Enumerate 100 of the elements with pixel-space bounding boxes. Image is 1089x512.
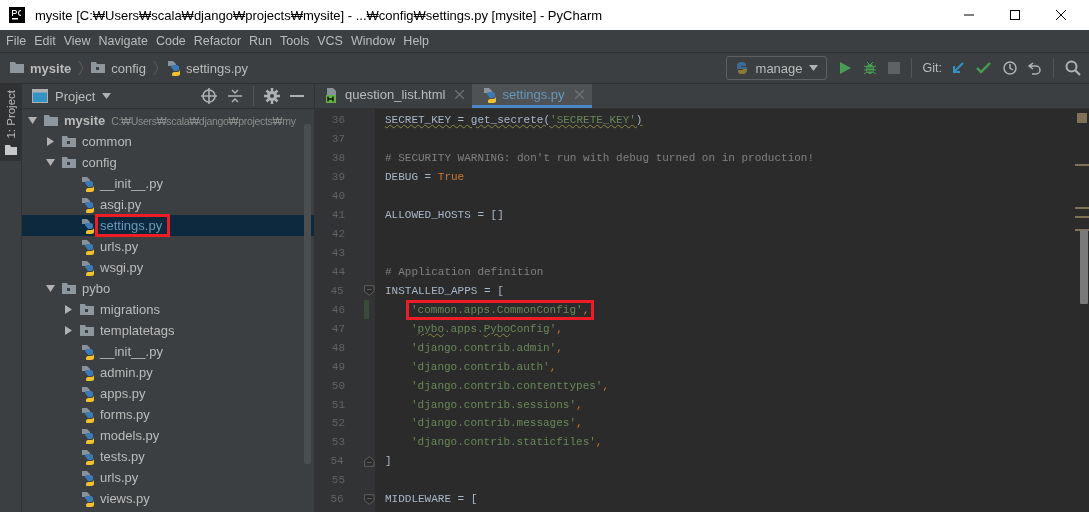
python-file-icon [80, 385, 96, 402]
tree-item[interactable]: urls.py [22, 467, 314, 488]
scrollbar-thumb[interactable] [304, 124, 311, 464]
app-logo-icon [9, 7, 25, 23]
folder-icon [44, 112, 60, 129]
python-file-icon [80, 217, 96, 234]
tree-item[interactable]: models.py [22, 425, 314, 446]
tree-item[interactable]: forms.py [22, 404, 314, 425]
code-line: 'django.contrib.auth', [411, 360, 557, 373]
tree-item[interactable]: templatetags [22, 320, 314, 341]
path-text: C:₩Users₩scala₩django₩projects₩my [111, 114, 296, 127]
collapsed-arrow-icon[interactable] [46, 137, 55, 146]
close-icon[interactable] [1055, 9, 1067, 21]
checkmark-icon[interactable] [976, 61, 992, 75]
project-view-dropdown[interactable]: Project [32, 88, 112, 104]
tree-item[interactable]: __init__.py [22, 341, 314, 362]
python-file-icon [80, 448, 96, 465]
code-line: 'django.contrib.contenttypes', [411, 379, 610, 392]
minimize-icon[interactable] [290, 94, 304, 98]
menu-item[interactable]: Run [245, 34, 276, 48]
tree-item[interactable]: views.py [22, 488, 314, 509]
status-indicator [1077, 113, 1087, 123]
caret-icon [808, 65, 818, 71]
git-label: Git: [922, 61, 942, 75]
clock-icon[interactable] [1003, 61, 1017, 75]
python-file-icon [80, 490, 96, 507]
arrow-icon[interactable] [951, 61, 965, 75]
chevron-icon [78, 60, 85, 76]
collapsed-arrow-icon[interactable] [64, 305, 73, 314]
editor-tab[interactable]: question_list.html [315, 84, 473, 108]
tree-item[interactable]: urls.py [22, 236, 314, 257]
menu-item[interactable]: View [59, 34, 95, 48]
python-file-icon [482, 86, 499, 103]
python-file-icon [80, 469, 96, 486]
code-line: 'django.contrib.staticfiles', [411, 436, 603, 449]
python-file-icon [80, 427, 96, 444]
code-line: DEBUG = True [385, 171, 465, 184]
python-file-icon [80, 364, 96, 381]
menu-item[interactable]: VCS [313, 34, 347, 48]
tree-item[interactable]: tests.py [22, 446, 314, 467]
expanded-arrow-icon[interactable] [28, 116, 37, 125]
expanded-arrow-icon[interactable] [46, 284, 55, 293]
tree-item[interactable]: migrations [22, 299, 314, 320]
code-line: MIDDLEWARE = [ [385, 493, 478, 506]
tree-item[interactable]: mysite C:₩Users₩scala₩django₩projects₩my [22, 110, 314, 131]
menu-item[interactable]: File [2, 34, 31, 48]
caret-icon [102, 93, 112, 99]
settings-icon[interactable] [264, 88, 280, 104]
code-line: 'pybo.apps.PyboConfig', [411, 322, 563, 335]
collapse-icon[interactable] [227, 88, 243, 104]
search-icon[interactable] [1065, 60, 1081, 76]
code-line: # SECURITY WARNING: don't run with debug turned on in production! [385, 152, 815, 165]
python-file-icon [80, 238, 96, 255]
tree-item[interactable]: pybo [22, 278, 314, 299]
code-line: 'django.contrib.admin', [411, 341, 563, 354]
expanded-arrow-icon[interactable] [46, 158, 55, 167]
window-icon [32, 89, 48, 103]
crosshair-icon[interactable] [201, 88, 217, 104]
python-file-icon [80, 406, 96, 423]
warning-marker [1075, 164, 1089, 166]
menu-item[interactable]: Help [399, 34, 434, 48]
tree-item[interactable]: config [22, 152, 314, 173]
folder-icon [10, 60, 26, 76]
code-line: 'django.contrib.messages', [411, 417, 583, 430]
tree-item[interactable]: admin.py [22, 362, 314, 383]
undo-icon[interactable] [1028, 61, 1042, 75]
tree-item[interactable]: common [22, 131, 314, 152]
tool-window-tab[interactable]: 1: Project [0, 84, 21, 161]
folder-icon [80, 301, 96, 318]
menu-item[interactable]: Tools [276, 34, 314, 48]
python-file-icon [80, 196, 96, 213]
breadcrumb[interactable]: config [111, 60, 146, 76]
warning-marker [1075, 207, 1089, 209]
code-line: ] [385, 455, 392, 468]
chevron-icon [152, 60, 159, 76]
menu-item[interactable]: Window [346, 34, 400, 48]
scrollbar-thumb[interactable] [1080, 230, 1088, 304]
run-config-dropdown[interactable]: manage [725, 56, 827, 80]
maximize-icon[interactable] [1009, 9, 1021, 21]
code-line: 'django.contrib.sessions', [411, 398, 583, 411]
run-icon[interactable] [837, 61, 852, 75]
menu-item[interactable]: Edit [30, 34, 60, 48]
tree-item[interactable]: settings.py [22, 215, 314, 236]
tree-item[interactable]: wsgi.py [22, 257, 314, 278]
folder-icon [80, 322, 96, 339]
code-line: SECRET_KEY = get_secrete('SECRETE_KEY') [385, 114, 643, 127]
collapsed-arrow-icon[interactable] [64, 326, 73, 335]
breadcrumb[interactable]: settings.py [185, 60, 249, 76]
warning-marker [1075, 216, 1089, 218]
code-line: # Application definition [385, 265, 544, 278]
tree-item[interactable]: asgi.py [22, 194, 314, 215]
breadcrumb[interactable]: mysite [30, 60, 72, 76]
tree-item[interactable]: apps.py [22, 383, 314, 404]
code-line: ALLOWED_HOSTS = [] [385, 209, 504, 222]
menu-item[interactable]: Code [151, 34, 190, 48]
bug-icon[interactable] [862, 61, 877, 75]
menu-item[interactable]: Navigate [94, 34, 152, 48]
folder-icon [4, 144, 17, 155]
tree-item[interactable]: __init__.py [22, 173, 314, 194]
menu-item[interactable]: Refactor [189, 34, 246, 48]
